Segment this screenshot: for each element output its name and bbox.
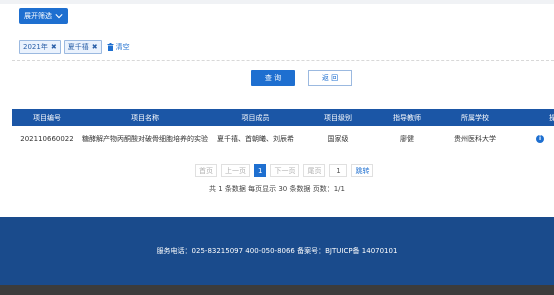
col-header-level: 项目级别 bbox=[303, 109, 373, 126]
search-button[interactable]: 查 询 bbox=[251, 70, 295, 86]
results-table: 项目编号 项目名称 项目成员 项目级别 指导教师 所属学校 操 20211066… bbox=[12, 109, 554, 151]
cell-advisor: 廖健 bbox=[400, 134, 414, 143]
clear-filters-button[interactable]: 清空 bbox=[107, 42, 130, 52]
col-header-actions: 操 bbox=[509, 109, 554, 126]
info-icon[interactable]: i bbox=[536, 135, 544, 143]
jump-button[interactable]: 跳转 bbox=[351, 164, 374, 177]
col-header-project-id: 项目编号 bbox=[12, 109, 82, 126]
remove-chip-icon[interactable]: ✖ bbox=[51, 43, 57, 51]
filter-chip-member: 夏千禧 ✖ bbox=[63, 40, 102, 54]
next-page-button[interactable]: 下一页 bbox=[270, 164, 300, 177]
page-number-input[interactable]: 1 bbox=[329, 164, 348, 177]
cell-project-name: 糖酵解产物丙酮酸对破骨细胞培养的实验研究 bbox=[82, 134, 208, 143]
chevron-down-icon bbox=[55, 14, 63, 19]
top-strip bbox=[0, 0, 554, 4]
expand-filter-button[interactable]: 展开筛选 bbox=[19, 8, 68, 24]
footer: 服务电话：025-83215097 400-050-8066 备案号：BJTUI… bbox=[0, 217, 554, 285]
footer-bottom-bar bbox=[0, 285, 554, 295]
trash-icon bbox=[107, 43, 114, 51]
last-page-button[interactable]: 尾页 bbox=[303, 164, 326, 177]
cell-level: 国家级 bbox=[327, 134, 349, 143]
clear-label: 清空 bbox=[115, 43, 130, 51]
table-row: 202110660022 糖酵解产物丙酮酸对破骨细胞培养的实验研究 夏千禧、首朝… bbox=[12, 126, 554, 151]
remove-chip-icon[interactable]: ✖ bbox=[92, 43, 98, 51]
table-header-row: 项目编号 项目名称 项目成员 项目级别 指导教师 所属学校 操 bbox=[12, 109, 554, 126]
prev-page-button[interactable]: 上一页 bbox=[221, 164, 250, 177]
filter-chip-year: 2021年 ✖ bbox=[19, 40, 61, 54]
pagination: 首页 上一页 1 下一页 尾页 1 跳转 bbox=[195, 164, 374, 177]
cell-actions: i bbox=[509, 126, 554, 151]
cell-project-id: 202110660022 bbox=[20, 134, 74, 143]
cell-members: 夏千禧、首朝曦、刘辰希 bbox=[217, 134, 294, 143]
pagination-summary: 共 1 条数据 每页显示 30 条数据 页数：1/1 bbox=[209, 185, 345, 193]
back-button[interactable]: 返 回 bbox=[308, 70, 352, 86]
filter-chip-label: 2021年 bbox=[23, 43, 48, 51]
cell-school: 贵州医科大学 bbox=[454, 134, 496, 143]
col-header-project-name: 项目名称 bbox=[82, 109, 208, 126]
expand-filter-label: 展开筛选 bbox=[24, 12, 52, 20]
col-header-members: 项目成员 bbox=[208, 109, 303, 126]
col-header-advisor: 指导教师 bbox=[373, 109, 441, 126]
filter-chip-label: 夏千禧 bbox=[67, 43, 89, 51]
current-page[interactable]: 1 bbox=[254, 164, 267, 177]
col-header-school: 所属学校 bbox=[441, 109, 509, 126]
footer-text: 服务电话：025-83215097 400-050-8066 备案号：BJTUI… bbox=[156, 247, 398, 255]
divider bbox=[12, 60, 554, 61]
selected-filters: 2021年 ✖ 夏千禧 ✖ 清空 bbox=[19, 40, 130, 54]
first-page-button[interactable]: 首页 bbox=[195, 164, 217, 177]
